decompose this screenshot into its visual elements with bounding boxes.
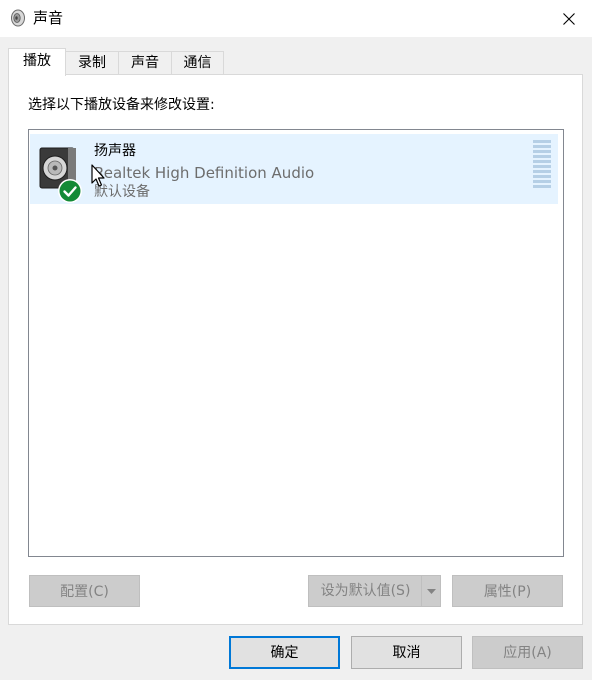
apply-button[interactable]: 应用(A) xyxy=(472,636,583,669)
tab-recording[interactable]: 录制 xyxy=(65,51,119,75)
tab-communications[interactable]: 通信 xyxy=(171,51,224,75)
set-default-split-button[interactable]: 设为默认值(S) xyxy=(308,575,441,607)
tab-sounds[interactable]: 声音 xyxy=(118,51,172,75)
cancel-button[interactable]: 取消 xyxy=(351,636,462,669)
device-list[interactable]: 扬声器 Realtek High Definition Audio 默认设备 xyxy=(28,129,564,557)
properties-button[interactable]: 属性(P) xyxy=(452,575,563,607)
tab-label: 录制 xyxy=(78,55,106,71)
device-name: 扬声器 xyxy=(94,143,136,159)
device-description: Realtek High Definition Audio xyxy=(94,164,315,182)
tab-label: 声音 xyxy=(131,55,159,71)
configure-button[interactable]: 配置(C) xyxy=(29,575,140,607)
tab-label: 通信 xyxy=(183,55,212,71)
chevron-down-icon xyxy=(426,588,436,594)
ok-button[interactable]: 确定 xyxy=(229,636,340,669)
speaker-icon xyxy=(11,9,25,27)
close-button[interactable] xyxy=(546,0,592,37)
window-title: 声音 xyxy=(33,9,64,27)
green-check-icon xyxy=(58,179,82,203)
volume-level-meter xyxy=(533,140,551,188)
title-bar: 声音 xyxy=(0,0,592,37)
close-icon xyxy=(563,12,575,25)
tab-playback[interactable]: 播放 xyxy=(8,48,66,76)
set-default-dropdown[interactable] xyxy=(421,576,440,606)
instruction-text: 选择以下播放设备来修改设置: xyxy=(28,97,215,113)
tab-label: 播放 xyxy=(23,53,51,69)
mouse-cursor-icon xyxy=(91,164,105,187)
playback-panel: 选择以下播放设备来修改设置: 扬声器 Realtek High Definiti… xyxy=(8,74,583,625)
set-default-label: 设为默认值(S) xyxy=(320,583,411,599)
device-item-speakers[interactable]: 扬声器 Realtek High Definition Audio 默认设备 xyxy=(30,134,558,204)
